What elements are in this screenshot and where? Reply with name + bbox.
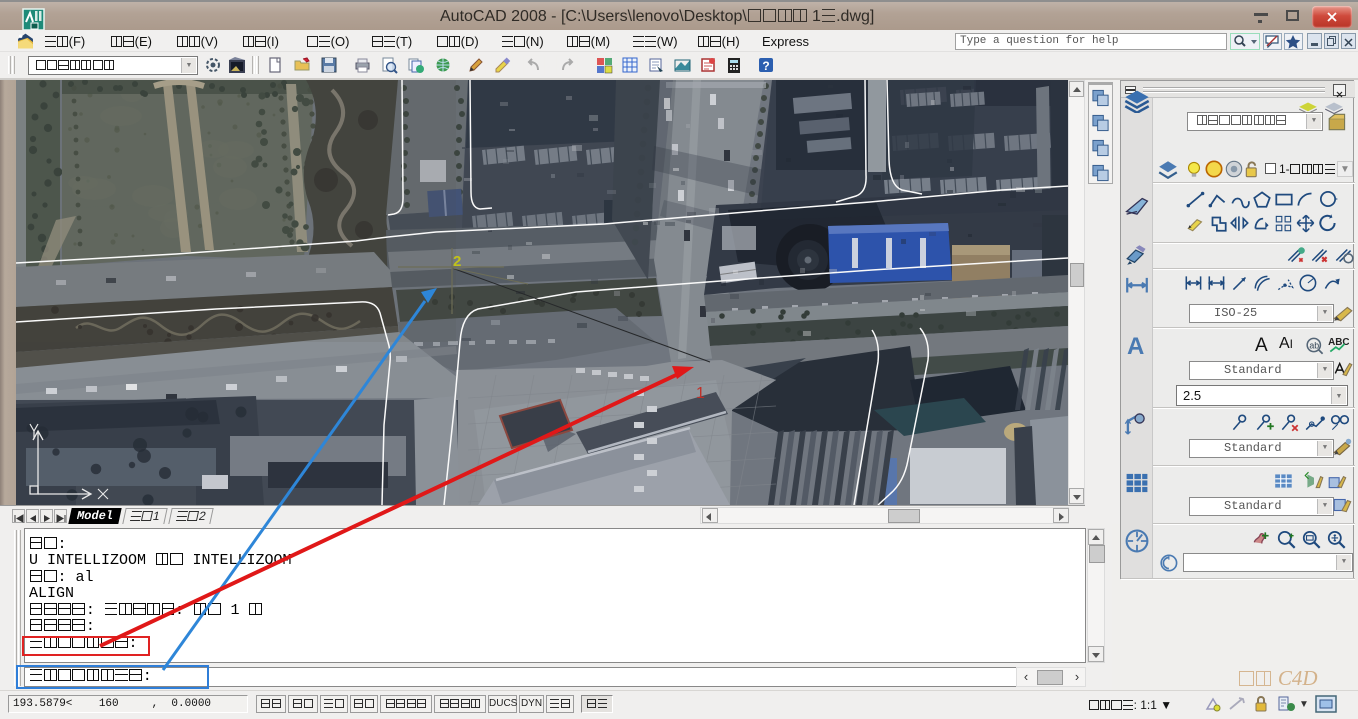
svg-text:1: 1 [696,385,705,402]
svg-text:?: ? [762,59,769,73]
svg-text:2: 2 [453,253,461,270]
svg-text:ABC: ABC [1328,337,1349,348]
svg-text:ab: ab [1309,340,1319,350]
